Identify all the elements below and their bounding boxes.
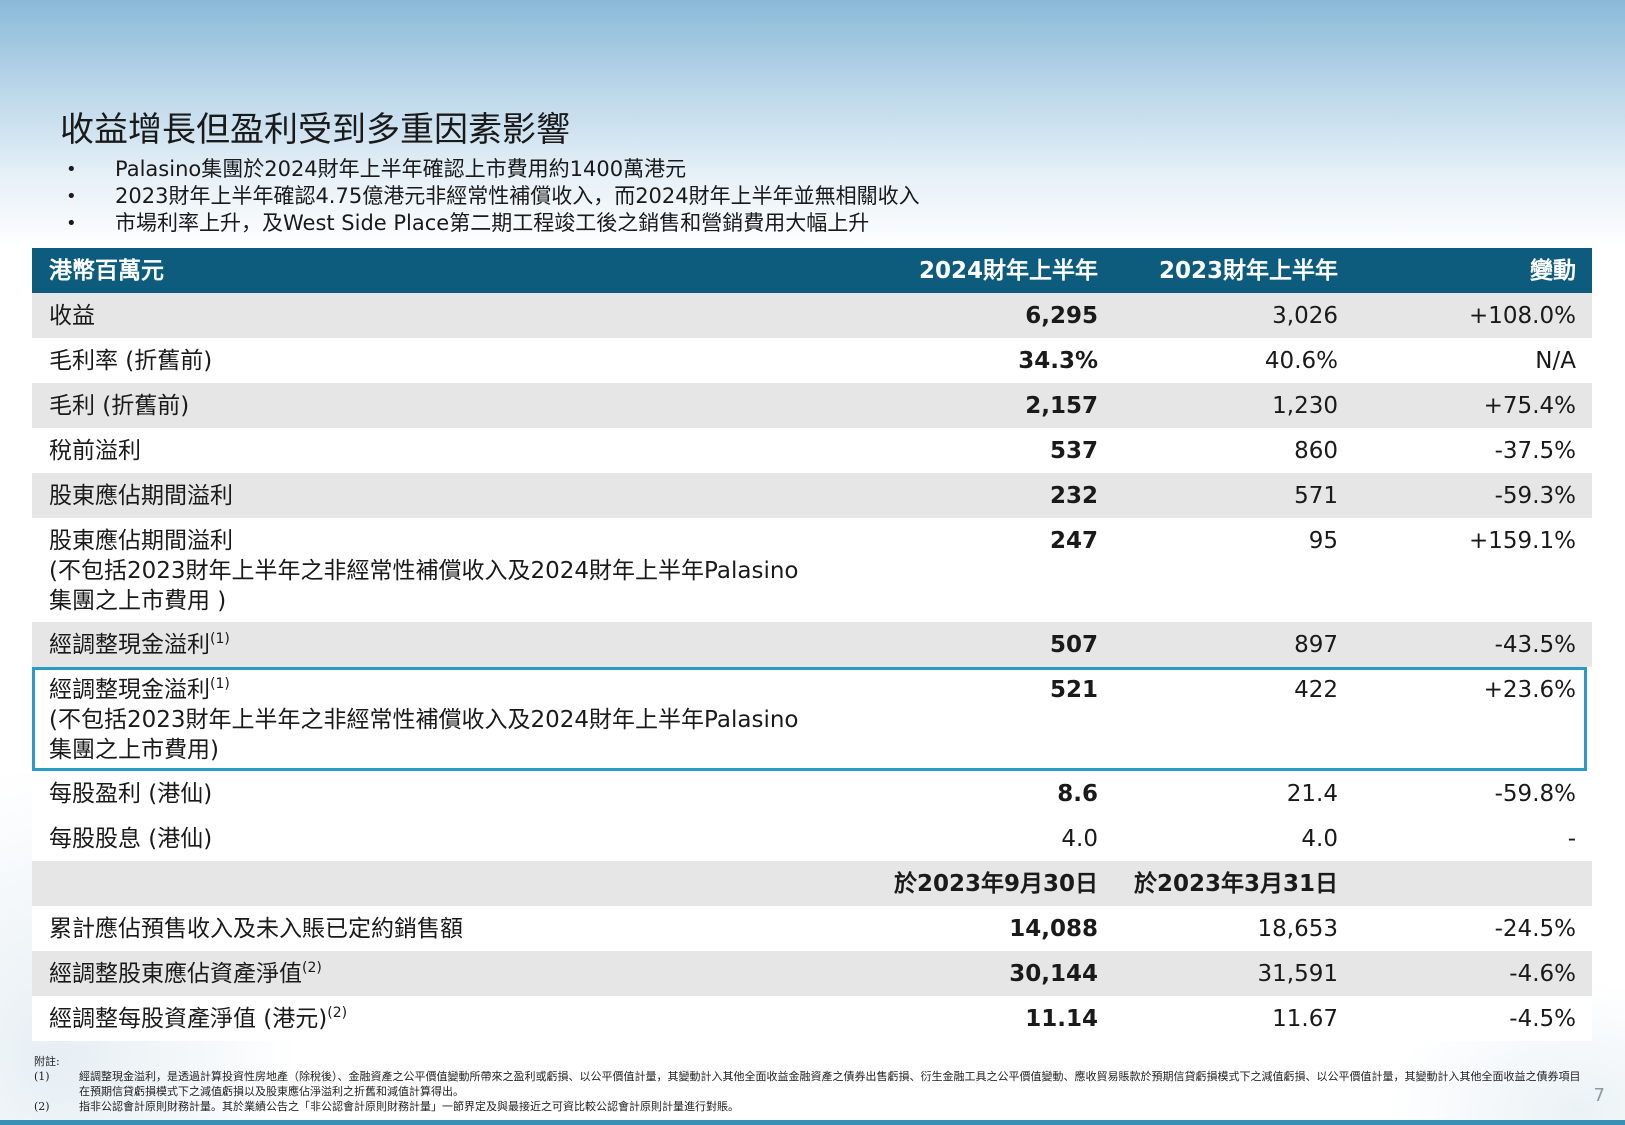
- value-2024h1: 521: [1049, 677, 1098, 703]
- row-label: 收益: [49, 303, 95, 329]
- row-label: 毛利率 (折舊前): [49, 348, 213, 374]
- page-number: 7: [1593, 1085, 1605, 1106]
- footnotes-heading: 附註:: [34, 1055, 60, 1068]
- value-2023-09-30: 11.14: [1025, 1006, 1098, 1032]
- footnote-number: (2): [34, 1100, 50, 1113]
- value-2023h1: 571: [1294, 483, 1338, 509]
- row-label: 每股盈利 (港仙): [49, 781, 213, 807]
- table-row: 股東應佔期間溢利 232 571 -59.3%: [32, 473, 1592, 518]
- row-label: 稅前溢利: [49, 438, 141, 464]
- value-2024h1: 232: [1049, 483, 1098, 509]
- value-2023-03-31: 31,591: [1257, 961, 1338, 987]
- value-change: -59.8%: [1494, 781, 1576, 807]
- table-row: 稅前溢利 537 860 -37.5%: [32, 428, 1592, 473]
- table-row: 毛利 (折舊前) 2,157 1,230 +75.4%: [32, 383, 1592, 428]
- table-row: 經調整現金溢利(1) 507 897 -43.5%: [32, 622, 1592, 667]
- row-label: 經調整股東應佔資產淨值(2): [49, 960, 322, 987]
- value-2023h1: 422: [1294, 677, 1338, 703]
- value-2023h1: 1,230: [1272, 393, 1338, 419]
- table-row: 毛利率 (折舊前) 34.3% 40.6% N/A: [32, 338, 1592, 383]
- row-label: 經調整現金溢利(1): [49, 631, 230, 658]
- footnote-number: (1): [34, 1070, 50, 1083]
- value-2023-03-31: 18,653: [1257, 916, 1338, 942]
- page-title: 收益增長但盈利受到多重因素影響: [60, 110, 570, 150]
- row-label: 毛利 (折舊前): [49, 393, 190, 419]
- value-change: +23.6%: [1483, 677, 1576, 703]
- table-row: 每股股息 (港仙) 4.0 4.0 -: [32, 816, 1592, 861]
- value-2024h1: 4.0: [1061, 826, 1098, 852]
- table-row: 每股盈利 (港仙) 8.6 21.4 -59.8%: [32, 771, 1592, 816]
- bullet-list: • Palasino集團於2024財年上半年確認上市費用約1400萬港元 • 202…: [66, 156, 1466, 237]
- date-header-row: 於2023年9月30日 於2023年3月31日: [32, 861, 1592, 906]
- value-change: +159.1%: [1469, 528, 1576, 554]
- bottom-accent-bar: [0, 1120, 1625, 1125]
- bullet-item: • 2023財年上半年確認4.75億港元非經常性補償收入，而2024財年上半年並無…: [66, 184, 920, 208]
- table-row: 收益 6,295 3,026 +108.0%: [32, 293, 1592, 338]
- value-2024h1: 6,295: [1025, 303, 1098, 329]
- date-col-b: 於2023年3月31日: [1133, 871, 1338, 897]
- footnote-ref: (1): [210, 631, 230, 647]
- value-2024h1: 537: [1049, 438, 1098, 464]
- value-2023h1: 40.6%: [1264, 348, 1338, 374]
- value-2023h1: 95: [1308, 528, 1338, 554]
- table-row: 經調整每股資產淨值 (港元)(2) 11.14 11.67 -4.5%: [32, 996, 1592, 1041]
- footnote-item: (1) 經調整現金溢利，是透過計算投資性房地產（除稅後）、金融資產之公平價值變動…: [34, 1069, 1584, 1099]
- table-row: 股東應佔期間溢利 (不包括2023財年上半年之非經常性補償收入及2024財年上半…: [32, 518, 1592, 622]
- value-change: -24.5%: [1494, 916, 1576, 942]
- footnote-item: (2) 指非公認會計原則財務計量。其於業績公告之「非公認會計原則財務計量」一節界…: [34, 1099, 1584, 1114]
- financial-table: 港幣百萬元 2024財年上半年 2023財年上半年 變動 收益 6,295 3,…: [32, 248, 1592, 1041]
- bullet-dot-icon: •: [66, 186, 77, 207]
- value-change: -43.5%: [1494, 632, 1576, 658]
- bullet-dot-icon: •: [66, 213, 77, 234]
- row-label: 經調整每股資產淨值 (港元)(2): [49, 1005, 348, 1032]
- value-2023-09-30: 14,088: [1009, 916, 1098, 942]
- bullet-dot-icon: •: [66, 159, 77, 180]
- value-2023h1: 4.0: [1301, 826, 1338, 852]
- row-label: 股東應佔期間溢利: [49, 483, 233, 509]
- value-2024h1: 8.6: [1057, 781, 1098, 807]
- value-2023-09-30: 30,144: [1009, 961, 1098, 987]
- header-col-change: 變動: [1530, 258, 1576, 284]
- value-change: -37.5%: [1494, 438, 1576, 464]
- footnote-ref: (2): [302, 960, 322, 976]
- value-2024h1: 2,157: [1025, 393, 1098, 419]
- row-label: 股東應佔期間溢利 (不包括2023財年上半年之非經常性補償收入及2024財年上半…: [49, 528, 799, 614]
- value-2024h1: 34.3%: [1018, 348, 1098, 374]
- value-change: -4.6%: [1509, 961, 1576, 987]
- header-col-2024h1: 2024財年上半年: [918, 258, 1098, 284]
- row-label: 經調整現金溢利(1) (不包括2023財年上半年之非經常性補償收入及2024財年…: [49, 676, 799, 763]
- table-row: 經調整股東應佔資產淨值(2) 30,144 31,591 -4.6%: [32, 951, 1592, 996]
- table-row: 累計應佔預售收入及未入賬已定約銷售額 14,088 18,653 -24.5%: [32, 906, 1592, 951]
- row-label: 累計應佔預售收入及未入賬已定約銷售額: [49, 916, 463, 942]
- value-2023-03-31: 11.67: [1272, 1006, 1338, 1032]
- value-change: -59.3%: [1494, 483, 1576, 509]
- value-change: -4.5%: [1509, 1006, 1576, 1032]
- value-2023h1: 21.4: [1286, 781, 1338, 807]
- value-change: -: [1567, 826, 1576, 852]
- value-change: +108.0%: [1469, 303, 1576, 329]
- value-2023h1: 860: [1294, 438, 1338, 464]
- value-change: +75.4%: [1483, 393, 1576, 419]
- row-label: 每股股息 (港仙): [49, 826, 213, 852]
- footnote-text: 經調整現金溢利，是透過計算投資性房地產（除稅後）、金融資產之公平價值變動所帶來之…: [79, 1070, 1581, 1098]
- header-unit-label: 港幣百萬元: [49, 258, 164, 284]
- value-2023h1: 3,026: [1272, 303, 1338, 329]
- header-col-2023h1: 2023財年上半年: [1158, 258, 1338, 284]
- value-2023h1: 897: [1294, 632, 1338, 658]
- footnote-text: 指非公認會計原則財務計量。其於業績公告之「非公認會計原則財務計量」一節界定及與最…: [79, 1100, 739, 1113]
- bullet-item: • Palasino集團於2024財年上半年確認上市費用約1400萬港元: [66, 157, 687, 181]
- date-col-a: 於2023年9月30日: [893, 871, 1098, 897]
- footnotes: 附註: (1) 經調整現金溢利，是透過計算投資性房地產（除稅後）、金融資產之公平…: [34, 1054, 1584, 1114]
- value-2024h1: 247: [1049, 528, 1098, 554]
- table-header-row: 港幣百萬元 2024財年上半年 2023財年上半年 變動: [32, 248, 1592, 293]
- table-row-highlighted: 經調整現金溢利(1) (不包括2023財年上半年之非經常性補償收入及2024財年…: [32, 667, 1592, 771]
- value-change: N/A: [1535, 348, 1576, 374]
- footnote-ref: (1): [210, 676, 230, 692]
- footnote-ref: (2): [327, 1005, 348, 1021]
- bullet-item: • 市場利率上升，及West Side Place第二期工程竣工後之銷售和營銷費用…: [66, 211, 870, 235]
- value-2024h1: 507: [1049, 632, 1098, 658]
